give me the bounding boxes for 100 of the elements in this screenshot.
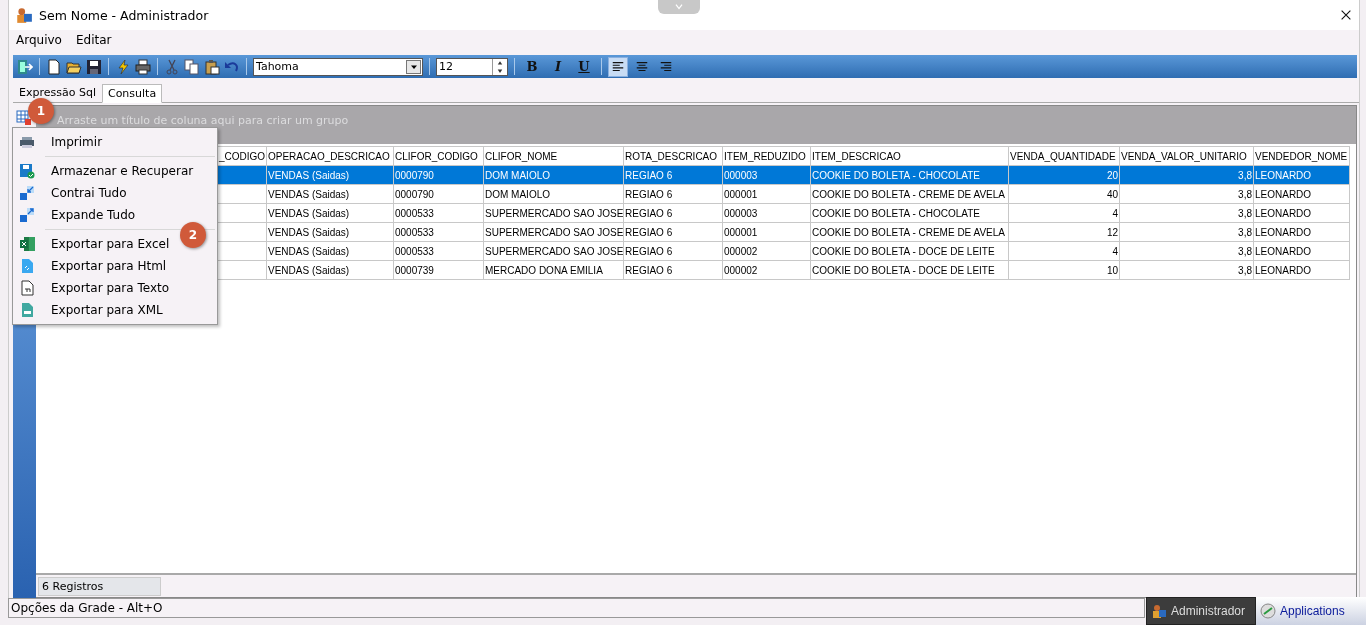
lightning-icon[interactable] <box>115 58 131 75</box>
bold-button[interactable]: B <box>521 56 543 77</box>
table-cell: 4 <box>1008 203 1120 223</box>
table-cell: 10 <box>1008 260 1120 280</box>
column-header[interactable]: VENDA_QUANTIDADE <box>1008 146 1120 166</box>
table-cell: 40 <box>1008 184 1120 204</box>
table-cell: VENDAS (Saidas) <box>266 241 394 261</box>
copy-icon[interactable] <box>184 58 200 75</box>
new-document-icon[interactable] <box>46 58 62 75</box>
column-header[interactable]: CLIFOR_CODIGO <box>393 146 484 166</box>
table-cell: COOKIE DO BOLETA - DOCE DE LEITE <box>810 260 1009 280</box>
table-cell: VENDAS (Saidas) <box>266 222 394 242</box>
table-cell: DOM MAIOLO <box>483 184 624 204</box>
table-cell: MERCADO DONA EMILIA <box>483 260 624 280</box>
tab[interactable]: Consulta <box>101 84 163 103</box>
user-app-icon <box>15 6 33 24</box>
align-left-button[interactable] <box>608 56 628 77</box>
table-cell: VENDAS (Saidas) <box>266 184 394 204</box>
expand-icon <box>19 207 35 223</box>
up-caret-icon[interactable] <box>497 59 503 66</box>
record-count: 6 Registros <box>38 576 161 596</box>
table-cell: SUPERMERCADO SAO JOSE <box>483 241 624 261</box>
column-header[interactable]: VENDEDOR_NOME <box>1253 146 1350 166</box>
table-cell: VENDAS (Saidas) <box>266 203 394 223</box>
table-cell: SUPERMERCADO SAO JOSE <box>483 203 624 223</box>
table-cell: 0000533 <box>393 222 484 242</box>
table-cell: 000001 <box>722 222 811 242</box>
menu-item[interactable]: Exportar para Html <box>13 255 167 277</box>
grid-options-icon[interactable] <box>16 110 32 126</box>
collapse-icon <box>19 185 35 201</box>
column-header[interactable]: ITEM_DESCRICAO <box>810 146 1009 166</box>
table-cell: REGIAO 6 <box>623 222 723 242</box>
table-cell: 3,8 <box>1119 222 1254 242</box>
menu-item[interactable]: Expande Tudo <box>13 204 136 226</box>
table-cell: COOKIE DO BOLETA - CHOCOLATE <box>810 203 1009 223</box>
align-right-icon <box>659 59 673 74</box>
menu-item[interactable]: Exportar para XML <box>13 299 163 321</box>
apps-icon <box>1260 603 1276 619</box>
align-left-icon <box>611 59 625 74</box>
text-file-icon <box>19 280 35 296</box>
column-header[interactable]: VENDA_VALOR_UNITARIO <box>1119 146 1254 166</box>
table-cell: COOKIE DO BOLETA - CREME DE AVELA <box>810 222 1009 242</box>
paste-icon[interactable] <box>204 58 220 75</box>
chevron-down-icon <box>673 3 685 11</box>
menu-item[interactable]: Exportar para Texto <box>13 277 170 299</box>
down-caret-icon[interactable] <box>497 67 503 74</box>
table-cell: REGIAO 6 <box>623 203 723 223</box>
taskbar-button[interactable]: Administrador <box>1146 597 1256 625</box>
spreadsheet-icon <box>19 236 35 252</box>
column-header[interactable]: ITEM_REDUZIDO <box>722 146 811 166</box>
xml-file-icon <box>19 302 35 318</box>
table-cell: 0000790 <box>393 184 484 204</box>
scissors-icon[interactable] <box>164 58 180 75</box>
table-cell: 12 <box>1008 222 1120 242</box>
column-header[interactable]: CLIFOR_NOME <box>483 146 624 166</box>
table-cell: 000003 <box>722 203 811 223</box>
printer-icon <box>19 134 35 150</box>
close-icon[interactable] <box>1339 8 1353 22</box>
font-size-spinner[interactable]: 12 <box>436 57 508 76</box>
table-cell: REGIAO 6 <box>623 241 723 261</box>
menu-item[interactable]: Exportar para Excel <box>13 233 170 255</box>
table-cell: LEONARDO <box>1253 222 1350 242</box>
printer-icon[interactable] <box>135 58 151 75</box>
table-cell: COOKIE DO BOLETA - CREME DE AVELA <box>810 184 1009 204</box>
table-cell: 000002 <box>722 260 811 280</box>
column-header[interactable]: ROTA_DESCRICAO <box>623 146 723 166</box>
table-cell: LEONARDO <box>1253 203 1350 223</box>
table-cell: 3,8 <box>1119 260 1254 280</box>
table-cell: 4 <box>1008 241 1120 261</box>
menu-item[interactable]: Editar <box>75 33 112 47</box>
table-cell: REGIAO 6 <box>623 184 723 204</box>
status-bar: Opções da Grade - Alt+O <box>8 598 1145 618</box>
table-cell: SUPERMERCADO SAO JOSE <box>483 222 624 242</box>
table-cell: LEONARDO <box>1253 241 1350 261</box>
menu-item[interactable]: Contrai Tudo <box>13 182 127 204</box>
exit-door-icon[interactable] <box>17 58 33 75</box>
taskbar-button[interactable]: Applications <box>1256 597 1366 625</box>
underline-button[interactable]: U <box>573 56 595 77</box>
window-title: Sem Nome - Administrador <box>39 7 209 23</box>
column-header[interactable]: OPERACAO_DESCRICAO <box>266 146 394 166</box>
table-cell: 3,8 <box>1119 203 1254 223</box>
user-app-icon <box>1151 603 1167 619</box>
font-dropdown[interactable]: Tahoma <box>253 57 423 76</box>
menu-item[interactable]: Imprimir <box>13 131 103 153</box>
table-cell: 0000533 <box>393 241 484 261</box>
table-cell: 0000739 <box>393 260 484 280</box>
table-cell: VENDAS (Saidas) <box>266 260 394 280</box>
table-cell: 3,8 <box>1119 184 1254 204</box>
menu-item[interactable]: Armazenar e Recuperar <box>13 160 194 182</box>
table-cell: LEONARDO <box>1253 260 1350 280</box>
table-cell: COOKIE DO BOLETA - DOCE DE LEITE <box>810 241 1009 261</box>
align-center-icon <box>635 59 649 74</box>
table-cell: 000001 <box>722 184 811 204</box>
table-cell: 0000533 <box>393 203 484 223</box>
table-cell: REGIAO 6 <box>623 260 723 280</box>
web-file-icon <box>19 258 35 274</box>
menu-item[interactable]: Arquivo <box>16 33 62 47</box>
italic-button[interactable]: I <box>547 56 569 77</box>
table-cell: LEONARDO <box>1253 184 1350 204</box>
table-cell: 3,8 <box>1119 241 1254 261</box>
